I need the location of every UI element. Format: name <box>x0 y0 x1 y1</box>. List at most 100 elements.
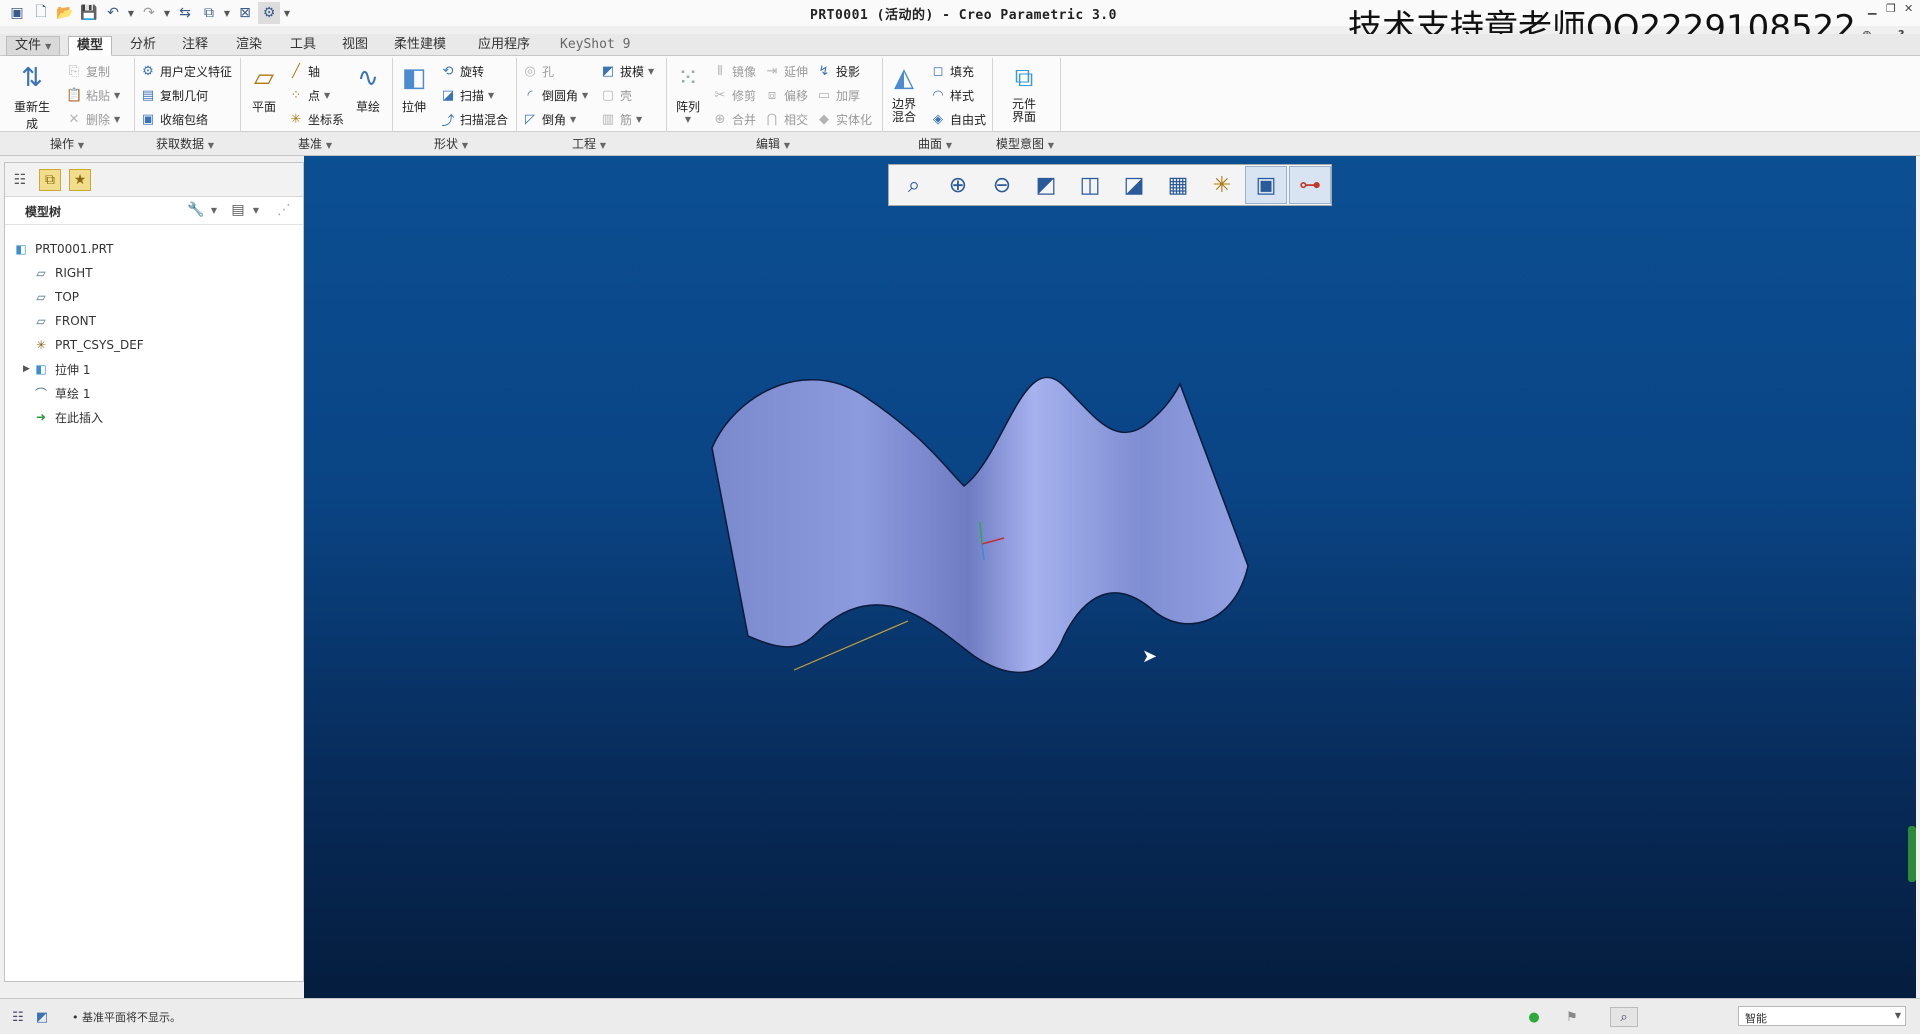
thicken-button[interactable]: ▭ 加厚 <box>816 85 860 105</box>
csys-button[interactable]: ✳ 坐标系 <box>288 109 344 129</box>
windows-icon[interactable]: ⧉ <box>198 2 220 24</box>
tree-filter-icon[interactable]: ⋰ <box>273 199 295 221</box>
solidify-button[interactable]: ◆ 实体化 <box>816 109 872 129</box>
restore-icon[interactable]: ❐ <box>1886 2 1896 15</box>
sketch-button[interactable]: ∿ 草绘 <box>346 62 390 115</box>
component-interface-button[interactable]: ⧉ 元件界面 <box>1002 62 1046 124</box>
expand-arrow-icon[interactable]: ▶ <box>23 364 30 374</box>
group-label-shapes[interactable]: 形状 ▼ <box>434 135 468 152</box>
project-button[interactable]: ↯ 投影 <box>816 61 860 81</box>
model-graphics[interactable] <box>304 156 1916 998</box>
close-icon[interactable]: ✕ <box>1904 2 1913 15</box>
project-icon: ↯ <box>818 63 830 79</box>
redo-dropdown-icon[interactable]: ▼ <box>162 2 172 24</box>
tab-applications[interactable]: 应用程序 <box>470 36 538 56</box>
offset-button[interactable]: ⧈ 偏移 <box>764 85 808 105</box>
copy-button[interactable]: ⎘ 复制 <box>66 61 110 81</box>
axis-button[interactable]: ╱ 轴 <box>288 61 320 81</box>
viewport-scroll-handle[interactable] <box>1908 826 1916 882</box>
shrinkwrap-button[interactable]: ▣ 收缩包络 <box>140 109 208 129</box>
draft-button[interactable]: ◩ 拔模 ▼ <box>600 61 654 81</box>
tab-flexible-modeling[interactable]: 柔性建模 <box>386 36 454 56</box>
group-label-model-intent[interactable]: 模型意图 ▼ <box>996 135 1054 152</box>
minimize-icon[interactable]: ▁ <box>1868 2 1876 15</box>
toggle-browser-icon[interactable]: ◩ <box>32 1007 52 1027</box>
windows-dropdown-icon[interactable]: ▼ <box>222 2 232 24</box>
trim-button[interactable]: ✂ 修剪 <box>712 85 756 105</box>
open-file-icon[interactable]: 📂 <box>54 2 76 24</box>
group-label-editing[interactable]: 编辑 ▼ <box>756 135 790 152</box>
tree-item-right[interactable]: ▱ RIGHT <box>33 261 323 285</box>
tab-annotate[interactable]: 注释 <box>174 36 216 56</box>
point-button[interactable]: ⁘ 点 ▼ <box>288 85 331 105</box>
paste-button[interactable]: 📋 粘贴 ▼ <box>66 85 120 105</box>
group-label-surfaces[interactable]: 曲面 ▼ <box>918 135 952 152</box>
new-file-icon[interactable]: 🗋 <box>30 2 52 24</box>
tree-settings-dropdown-icon[interactable]: ▼ <box>203 199 225 221</box>
tab-keyshot[interactable]: KeyShot 9 <box>552 36 638 56</box>
tree-item-part[interactable]: ◧ PRT0001.PRT <box>13 237 303 261</box>
revolve-button[interactable]: ⟲ 旋转 <box>440 61 484 81</box>
quick-access-toolbar: ▣ 🗋 📂 💾 ↶ ▼ ↷ ▼ ⇆ ⧉ ▼ ⊠ ⚙ ▼ <box>6 2 292 24</box>
show-dropdown-icon[interactable]: ▼ <box>245 199 267 221</box>
tab-view[interactable]: 视图 <box>334 36 376 56</box>
app-menu-icon[interactable]: ▣ <box>6 2 28 24</box>
settings-icon[interactable]: ⚙ <box>258 2 280 24</box>
toggle-navigator-icon[interactable]: ☷ <box>8 1007 28 1027</box>
find-icon[interactable]: ⌕ <box>1610 1007 1638 1027</box>
tree-item-top[interactable]: ▱ TOP <box>33 285 323 309</box>
merge-button[interactable]: ⊕ 合并 <box>712 109 756 129</box>
customize-qa-icon[interactable]: ▼ <box>282 2 292 24</box>
tree-item-extrude[interactable]: ◧ 拉伸 1 <box>33 357 323 381</box>
tab-file[interactable]: 文件 ▼ <box>6 36 61 56</box>
model-tree-tab-icon[interactable]: ☷ <box>9 169 31 191</box>
tree-item-sketch[interactable]: ⌒ 草绘 1 <box>33 381 323 405</box>
selection-filter[interactable]: 智能 ▼ <box>1738 1006 1906 1026</box>
extend-button[interactable]: ⇥ 延伸 <box>764 61 808 81</box>
swept-blend-button[interactable]: ⤴ 扫描混合 <box>440 109 508 129</box>
tab-render[interactable]: 渲染 <box>228 36 270 56</box>
chamfer-button[interactable]: ◸ 倒角 ▼ <box>522 109 576 129</box>
group-label-operations[interactable]: 操作 ▼ <box>50 135 84 152</box>
hole-button[interactable]: ◎ 孔 <box>522 61 554 81</box>
sweep-button[interactable]: ◪ 扫描 ▼ <box>440 85 494 105</box>
freestyle-icon: ◈ <box>933 111 943 127</box>
tab-tools[interactable]: 工具 <box>282 36 324 56</box>
udf-button[interactable]: ⚙ 用户定义特征 <box>140 61 232 81</box>
graphics-viewport[interactable]: ⌕ ⊕ ⊖ ◩ ◫ ◪ ▦ ✳ ▣ ⊶ ➤ <box>304 156 1916 998</box>
undo-icon[interactable]: ↶ <box>102 2 124 24</box>
favorites-tab-icon[interactable]: ★ <box>69 169 91 191</box>
save-icon[interactable]: 💾 <box>78 2 100 24</box>
fill-button[interactable]: ◻ 填充 <box>930 61 974 81</box>
tree-item-front[interactable]: ▱ FRONT <box>33 309 323 333</box>
pattern-button[interactable]: ⁙ 阵列 ▼ <box>666 62 710 124</box>
mirror-button[interactable]: ⫴ 镜像 <box>712 61 756 81</box>
group-label-get-data[interactable]: 获取数据 ▼ <box>156 135 214 152</box>
folder-browser-tab-icon[interactable]: ⧉ <box>39 169 61 191</box>
extrude-button[interactable]: ◧ 拉伸 <box>392 62 436 115</box>
round-button[interactable]: ◜ 倒圆角 ▼ <box>522 85 588 105</box>
regenerate-small-icon[interactable]: ⇆ <box>174 2 196 24</box>
tab-model[interactable]: 模型 <box>68 36 113 56</box>
csys-icon: ✳ <box>35 338 47 352</box>
group-label-datum[interactable]: 基准 ▼ <box>298 135 332 152</box>
redo-icon[interactable]: ↷ <box>138 2 160 24</box>
copy-geometry-button[interactable]: ▤ 复制几何 <box>140 85 208 105</box>
rib-button[interactable]: ▥ 筋 ▼ <box>600 109 642 129</box>
close-window-icon[interactable]: ⊠ <box>234 2 256 24</box>
plane-button[interactable]: ▱ 平面 <box>242 62 286 115</box>
flag-icon[interactable]: ⚑ <box>1562 1007 1582 1027</box>
intersect-button[interactable]: ⋂ 相交 <box>764 109 808 129</box>
delete-button[interactable]: ✕ 删除 ▼ <box>66 109 121 129</box>
dropdown-icon: ▼ <box>684 115 692 124</box>
tab-analysis[interactable]: 分析 <box>122 36 164 56</box>
group-label-engineering[interactable]: 工程 ▼ <box>572 135 606 152</box>
undo-dropdown-icon[interactable]: ▼ <box>126 2 136 24</box>
tree-item-csys[interactable]: ✳ PRT_CSYS_DEF <box>33 333 323 357</box>
boundary-blend-button[interactable]: ◭ 边界混合 <box>882 62 926 124</box>
regenerate-button[interactable]: ⇅ 重新生成 ▼ <box>10 62 54 141</box>
style-button[interactable]: ◠ 样式 <box>930 85 974 105</box>
shell-button[interactable]: ▢ 壳 <box>600 85 632 105</box>
freestyle-button[interactable]: ◈ 自由式 <box>930 109 986 129</box>
tree-item-insert-here[interactable]: ➜ 在此插入 <box>33 405 323 429</box>
